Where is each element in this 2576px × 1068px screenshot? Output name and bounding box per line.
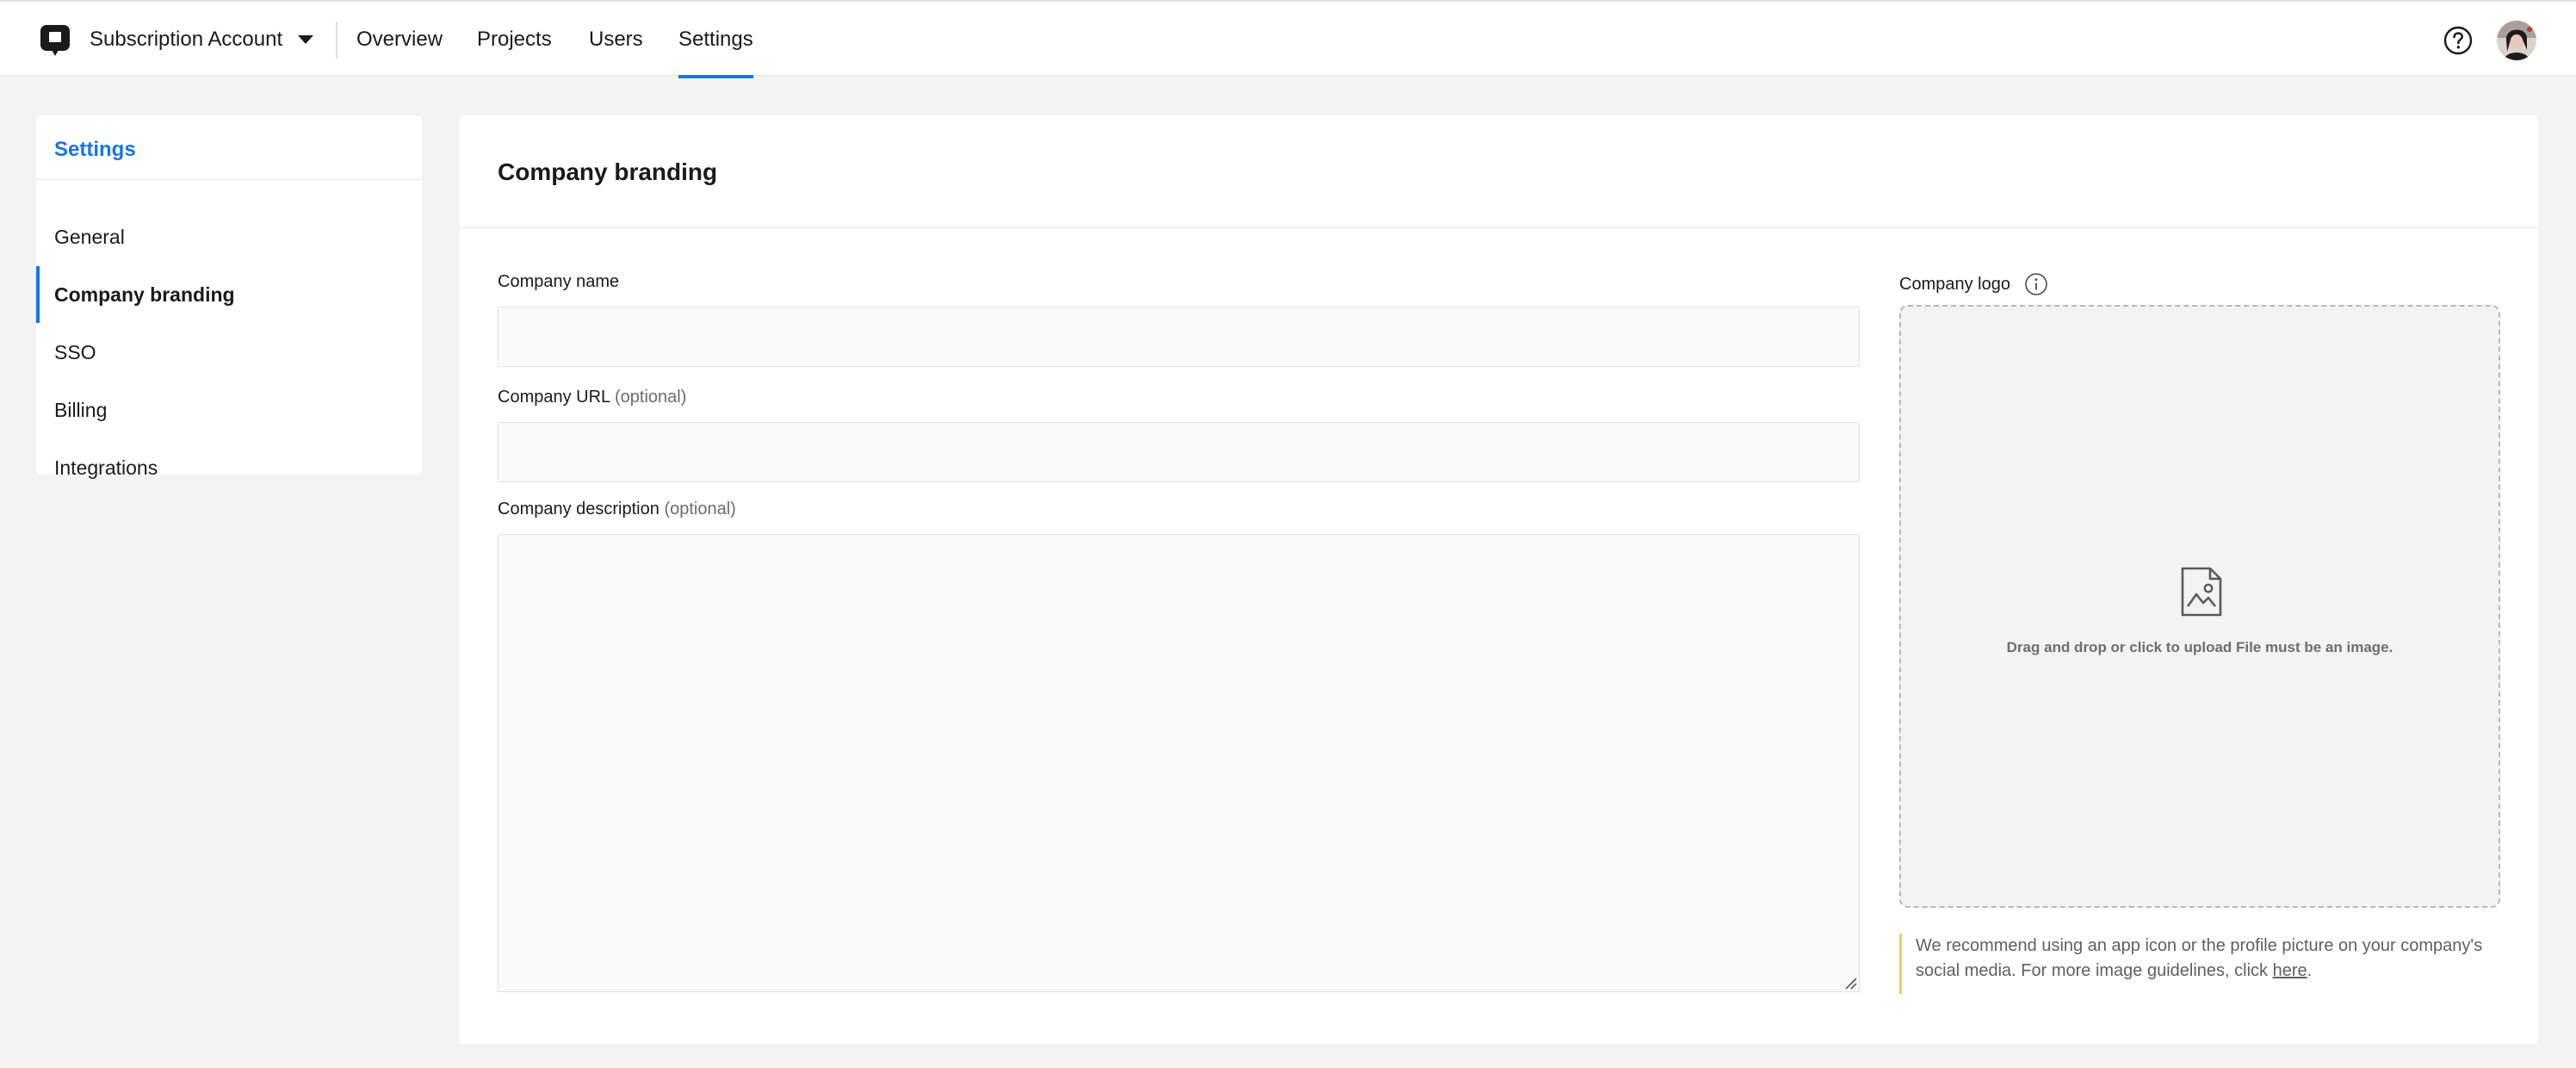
company-description-label-text: Company description: [498, 500, 659, 518]
company-url-label-text: Company URL: [498, 388, 610, 407]
optional-tag: (optional): [614, 388, 687, 407]
sidebar-divider: [36, 179, 422, 180]
company-logo-label-row: Company logo: [1899, 272, 2048, 296]
file-image-icon: [2181, 567, 2222, 617]
company-name-label: Company name: [498, 272, 619, 292]
optional-tag: (optional): [664, 500, 736, 518]
panel-divider: [460, 227, 2538, 228]
company-branding-panel: Company branding Company name Company UR…: [460, 115, 2538, 1044]
top-navigation-bar: Subscription Account Overview Projects U…: [0, 0, 2576, 78]
sidebar-item-sso[interactable]: SSO: [36, 324, 422, 381]
user-avatar[interactable]: [2497, 21, 2536, 60]
sidebar-item-billing[interactable]: Billing: [36, 382, 422, 438]
hint-end: .: [2307, 961, 2313, 980]
sidebar-title: Settings: [54, 138, 136, 161]
company-description-label: Company description (optional): [498, 500, 736, 519]
info-icon[interactable]: [2024, 272, 2048, 296]
tab-settings[interactable]: Settings: [678, 2, 753, 78]
company-name-input[interactable]: [498, 307, 1860, 367]
help-circle-icon[interactable]: [2443, 26, 2473, 55]
logo-guidelines-hint: We recommend using an app icon or the pr…: [1899, 934, 2500, 994]
nav-divider: [336, 22, 337, 59]
app-logo-icon[interactable]: [40, 24, 71, 57]
settings-sidebar: Settings General Company branding SSO Bi…: [36, 115, 422, 479]
sidebar-item-general[interactable]: General: [36, 208, 422, 265]
tab-projects[interactable]: Projects: [477, 2, 552, 78]
image-guidelines-link[interactable]: here: [2273, 961, 2307, 980]
caret-down-icon: [298, 35, 314, 44]
company-logo-label: Company logo: [1899, 274, 2010, 294]
resize-handle-icon[interactable]: [1842, 975, 1858, 990]
logo-upload-dropzone[interactable]: Drag and drop or click to upload File mu…: [1899, 305, 2500, 908]
dropzone-text: Drag and drop or click to upload File mu…: [2006, 639, 2393, 655]
company-url-label: Company URL (optional): [498, 388, 686, 407]
sidebar-item-company-branding[interactable]: Company branding: [36, 266, 422, 323]
account-switcher[interactable]: Subscription Account: [90, 2, 314, 78]
company-url-input[interactable]: [498, 422, 1860, 482]
company-description-textarea[interactable]: [498, 534, 1860, 992]
sidebar-item-integrations[interactable]: Integrations: [36, 439, 422, 496]
account-name: Subscription Account: [90, 28, 283, 51]
hint-text: We recommend using an app icon or the pr…: [1916, 936, 2483, 980]
tab-users[interactable]: Users: [589, 2, 643, 78]
company-name-label-text: Company name: [498, 272, 620, 291]
tab-overview[interactable]: Overview: [356, 2, 443, 78]
page-title: Company branding: [498, 158, 718, 185]
